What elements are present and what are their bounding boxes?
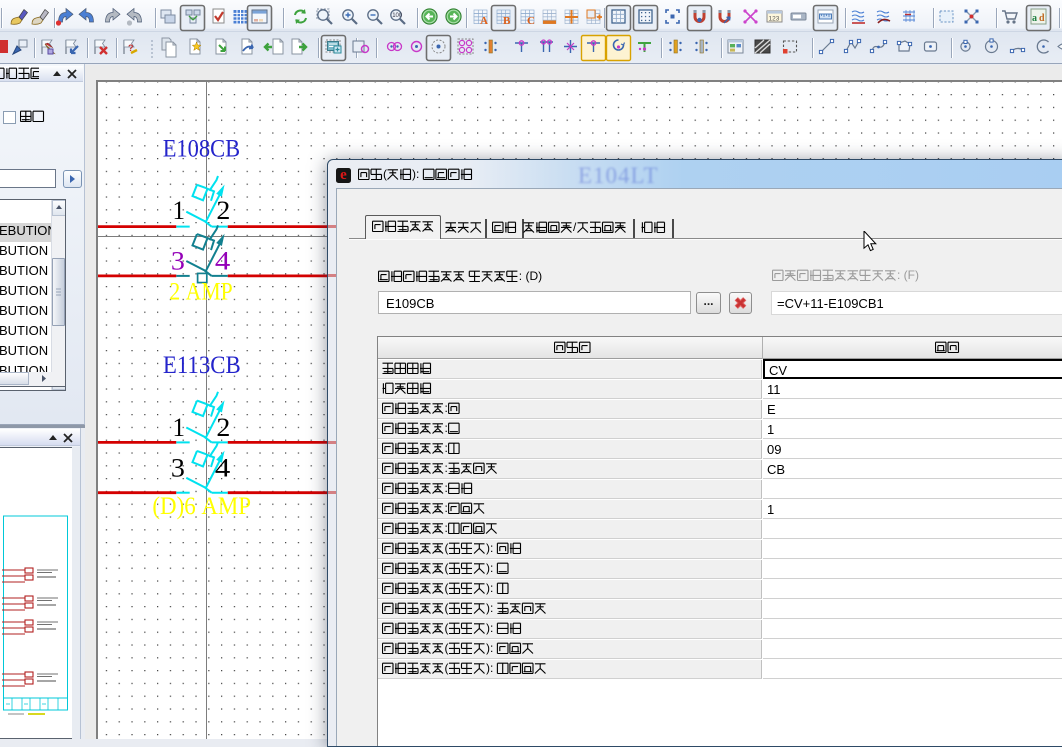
svg-text:(: ( <box>445 662 449 675</box>
svg-text:):: ): <box>486 602 497 615</box>
svg-text:(: ( <box>445 622 449 635</box>
svg-text:: (D): : (D) <box>519 270 542 283</box>
svg-text::: : <box>445 462 448 475</box>
svg-text:):: ): <box>486 542 497 555</box>
svg-text::: : <box>445 442 448 455</box>
svg-text:3: 3 <box>171 246 185 275</box>
svg-text:2 AMP: 2 AMP <box>169 278 232 306</box>
svg-text:4: 4 <box>215 248 230 276</box>
svg-text:a: a <box>1032 13 1037 24</box>
svg-text:d: d <box>1039 13 1045 24</box>
svg-text:/: / <box>573 221 577 234</box>
svg-text:(D)6 AMP: (D)6 AMP <box>152 493 251 520</box>
svg-text:100: 100 <box>392 13 403 19</box>
svg-text:(: ( <box>383 168 387 181</box>
svg-text:123: 123 <box>769 16 780 23</box>
svg-text:):: ): <box>486 562 497 575</box>
svg-text::: : <box>445 522 448 535</box>
svg-text:(: ( <box>445 542 449 555</box>
svg-text:(: ( <box>445 582 449 595</box>
svg-text::: : <box>445 482 448 495</box>
svg-text:):: ): <box>412 168 423 181</box>
svg-text:(: ( <box>445 562 449 575</box>
svg-text:(: ( <box>445 642 449 655</box>
svg-text:E113CB: E113CB <box>163 352 241 379</box>
svg-text:(: ( <box>445 602 449 615</box>
svg-text:C: C <box>527 15 535 27</box>
svg-text:):: ): <box>486 662 497 675</box>
svg-text:):: ): <box>486 622 497 635</box>
svg-text:B: B <box>503 15 511 27</box>
svg-text::: : <box>445 502 448 515</box>
svg-text::: : <box>445 402 448 415</box>
svg-text:):: ): <box>486 642 497 655</box>
svg-text:):: ): <box>486 582 497 595</box>
svg-text:1: 1 <box>173 413 185 443</box>
svg-text:4: 4 <box>215 454 230 482</box>
svg-text:2: 2 <box>216 413 230 442</box>
svg-text:1: 1 <box>173 196 185 226</box>
svg-text:: (F): : (F) <box>897 269 919 282</box>
svg-text:2: 2 <box>216 196 230 225</box>
svg-text:A: A <box>480 15 488 27</box>
svg-text::: : <box>445 422 448 435</box>
svg-text:3: 3 <box>171 453 185 482</box>
svg-text:E108CB: E108CB <box>163 135 240 162</box>
